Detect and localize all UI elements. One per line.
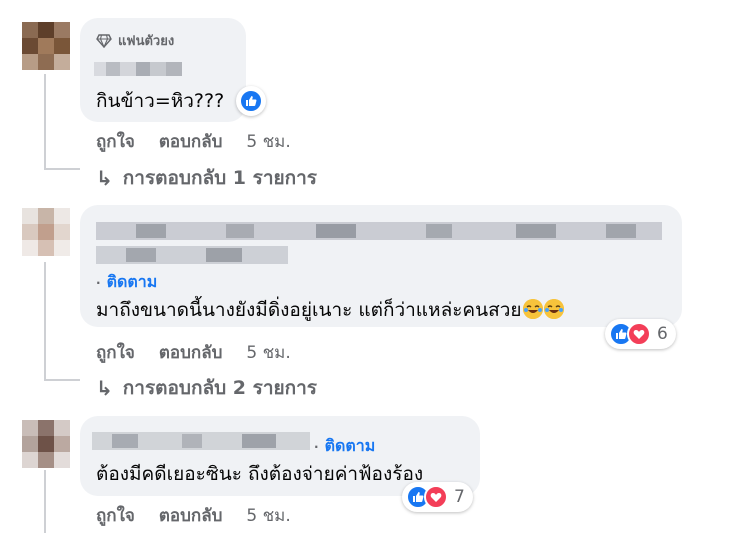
thread-line: [44, 470, 46, 533]
comment-actions: ถูกใจ ตอบกลับ 5 ชม.: [96, 128, 315, 155]
view-replies-link[interactable]: ↳ การตอบกลับ 2 รายการ: [96, 373, 317, 403]
reply-action[interactable]: ตอบกลับ: [159, 128, 223, 155]
like-reaction-icon: [239, 89, 263, 113]
comment-text: กินข้าว=หิว???: [96, 90, 225, 112]
commenter-name-redacted[interactable]: [92, 432, 310, 452]
follow-row: · ติดตาม: [96, 270, 157, 295]
reaction-summary[interactable]: [236, 86, 266, 116]
follow-row: · ติดตาม: [314, 434, 375, 459]
timestamp[interactable]: 5 ชม.: [246, 128, 290, 155]
love-reaction-icon: [627, 322, 651, 346]
avatar[interactable]: [22, 22, 70, 70]
laughing-tears-emoji-icon: [522, 299, 543, 319]
comment-actions: ถูกใจ ตอบกลับ 5 ชม.: [96, 502, 315, 529]
reaction-count: 7: [454, 487, 465, 507]
avatar[interactable]: [22, 208, 70, 256]
thread-line: [44, 74, 46, 170]
reply-action[interactable]: ตอบกลับ: [159, 502, 223, 529]
view-replies-link[interactable]: ↳ การตอบกลับ 1 รายการ: [96, 163, 317, 193]
reply-action[interactable]: ตอบกลับ: [159, 339, 223, 366]
view-replies-label: การตอบกลับ 2 รายการ: [122, 377, 317, 399]
timestamp[interactable]: 5 ชม.: [246, 502, 290, 529]
like-action[interactable]: ถูกใจ: [96, 128, 135, 155]
laughing-tears-emoji-icon: [543, 299, 564, 319]
top-fan-badge: แฟนตัวยง: [96, 30, 174, 51]
comment-text-content: มาถึงขนาดนี้นางยังมีดิ่งอยู่เนาะ แต่ก็ว่…: [96, 299, 522, 321]
reply-arrow-icon: ↳: [96, 376, 113, 400]
follow-button[interactable]: ติดตาม: [107, 270, 158, 295]
comment-actions: ถูกใจ ตอบกลับ 5 ชม.: [96, 339, 315, 366]
thread-line: [44, 262, 46, 380]
diamond-icon: [96, 33, 112, 48]
avatar[interactable]: [22, 420, 70, 468]
thread-line: [44, 379, 80, 381]
thread-line: [44, 168, 80, 170]
commenter-name-redacted[interactable]: [96, 222, 662, 266]
reaction-summary[interactable]: 7: [402, 482, 473, 512]
timestamp[interactable]: 5 ชม.: [246, 339, 290, 366]
commenter-name-redacted[interactable]: [94, 60, 184, 80]
follow-button[interactable]: ติดตาม: [325, 434, 376, 459]
comment-text: ต้องมีคดีเยอะซินะ ถึงต้องจ่ายค่าฟ้องร้อง: [96, 463, 424, 485]
badge-label: แฟนตัวยง: [118, 34, 175, 49]
love-reaction-icon: [424, 485, 448, 509]
reply-arrow-icon: ↳: [96, 166, 113, 190]
view-replies-label: การตอบกลับ 1 รายการ: [122, 167, 317, 189]
reaction-count: 6: [657, 324, 668, 344]
like-action[interactable]: ถูกใจ: [96, 339, 135, 366]
reaction-summary[interactable]: 6: [605, 319, 676, 349]
like-action[interactable]: ถูกใจ: [96, 502, 135, 529]
comment-text: มาถึงขนาดนี้นางยังมีดิ่งอยู่เนาะ แต่ก็ว่…: [96, 295, 564, 325]
